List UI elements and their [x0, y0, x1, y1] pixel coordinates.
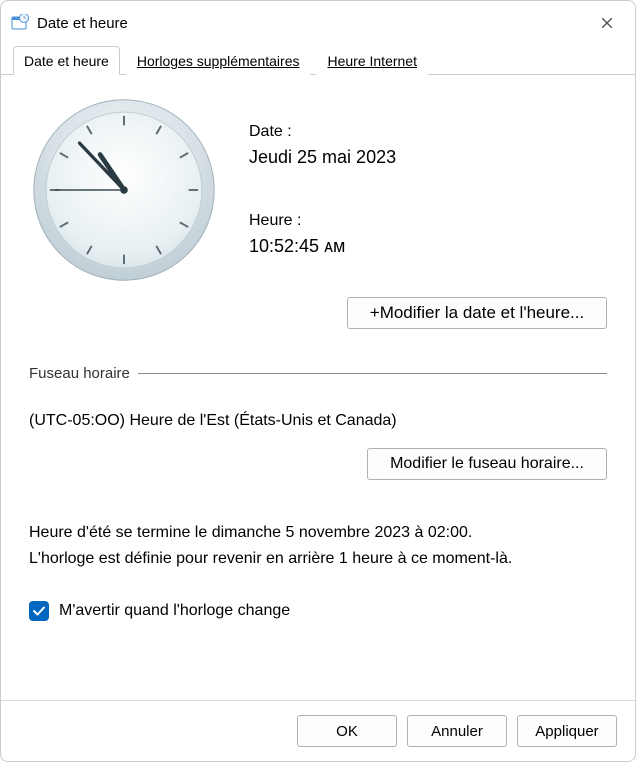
change-timezone-button[interactable]: Modifier le fuseau horaire... [367, 448, 607, 480]
dst-line1: Heure d'été se termine le dimanche 5 nov… [29, 520, 607, 546]
date-label: Date : [249, 123, 396, 141]
close-button[interactable] [589, 9, 625, 37]
cancel-button[interactable]: Annuler [407, 715, 507, 747]
apply-button[interactable]: Appliquer [517, 715, 617, 747]
dialog-footer: OK Annuler Appliquer [1, 700, 635, 761]
tab-internet-time[interactable]: Heure Internet [316, 46, 428, 75]
titlebar: Date et heure [1, 1, 635, 45]
dst-line2: L'horloge est définie pour revenir en ar… [29, 546, 607, 572]
app-clock-icon [11, 14, 29, 32]
change-datetime-button[interactable]: +Modifier la date et l'heure... [347, 297, 607, 329]
notify-checkbox[interactable] [29, 601, 49, 621]
window-title: Date et heure [37, 15, 581, 32]
date-value: Jeudi 25 mai 2023 [249, 147, 396, 168]
tab-content: Date : Jeudi 25 mai 2023 Heure : 10:52:4… [1, 75, 635, 700]
time-value: 10:52:45 ᴀᴍ [249, 236, 396, 257]
time-label: Heure : [249, 212, 396, 230]
tab-strip: Date et heure Horloges supplémentaires H… [1, 45, 635, 75]
notify-checkbox-label: M'avertir quand l'horloge change [59, 602, 290, 620]
date-time-dialog: Date et heure Date et heure Horloges sup… [0, 0, 636, 762]
timezone-group-header: Fuseau horaire [29, 365, 607, 382]
ok-button[interactable]: OK [297, 715, 397, 747]
tab-date-time[interactable]: Date et heure [13, 46, 120, 75]
timezone-value: (UTC-05:OO) Heure de l'Est (États-Unis e… [29, 412, 607, 430]
analog-clock [29, 95, 219, 285]
dst-info: Heure d'été se termine le dimanche 5 nov… [29, 520, 607, 571]
timezone-group-label: Fuseau horaire [29, 365, 130, 382]
tab-additional-clocks[interactable]: Horloges supplémentaires [126, 46, 311, 75]
